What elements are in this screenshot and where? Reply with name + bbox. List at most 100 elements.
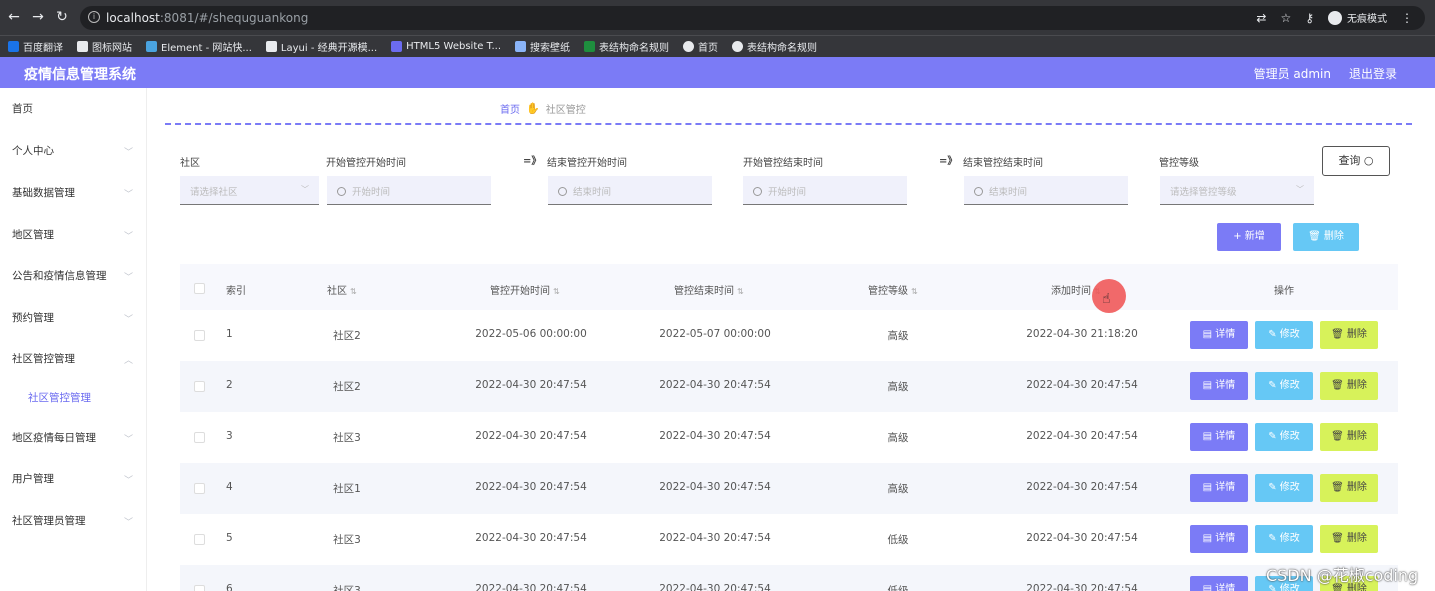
wallpaper-icon: [515, 41, 527, 52]
range-arrow: =》: [523, 156, 542, 167]
select-all-checkbox[interactable]: [194, 283, 205, 294]
chevron-down-icon: ﹀: [123, 315, 133, 325]
bookmark-star-icon[interactable]: ☆: [1280, 11, 1291, 25]
key-icon[interactable]: ⚷: [1305, 11, 1314, 25]
clock-icon: [753, 187, 762, 196]
bookmark-item[interactable]: HTML5 Website T...: [391, 41, 501, 52]
col-community[interactable]: 社区 ⇅: [327, 282, 357, 297]
chevron-down-icon: ﹀: [123, 232, 133, 242]
divider: [165, 123, 1412, 125]
bookmark-item[interactable]: 搜索壁纸: [515, 39, 570, 54]
sidebar-item-region[interactable]: 地区管理 ﹀: [0, 227, 147, 247]
bookmark-item[interactable]: 百度翻译: [8, 39, 63, 54]
add-button[interactable]: + 新增: [1217, 223, 1281, 251]
end-from-picker[interactable]: 开始时间: [743, 176, 907, 205]
clock-icon: [337, 187, 346, 196]
bookmark-item[interactable]: 首页: [683, 39, 718, 54]
flag-icon: [77, 41, 88, 52]
batch-delete-button[interactable]: 🗑 删除: [1293, 223, 1359, 251]
sidebar-item-profile[interactable]: 个人中心 ﹀: [0, 143, 147, 163]
delete-button[interactable]: 🗑 删除: [1320, 474, 1378, 502]
breadcrumb-home[interactable]: 首页: [500, 101, 520, 116]
back-icon[interactable]: ←: [6, 9, 22, 25]
bookmark-item[interactable]: Layui - 经典开源模...: [265, 39, 377, 54]
sidebar-item-booking[interactable]: 预约管理 ﹀: [0, 310, 147, 330]
delete-button[interactable]: 🗑 删除: [1320, 372, 1378, 400]
row-checkbox[interactable]: [194, 585, 205, 591]
layui-icon: [265, 41, 277, 52]
delete-button[interactable]: 🗑 删除: [1320, 525, 1378, 553]
bookmark-icon: [8, 41, 19, 52]
main-content: 首页 ✋ 社区管控 社区 请选择社区 ﹀ 开始管控开始时间 开始时间 =》 结束管…: [147, 88, 1435, 591]
address-bar[interactable]: i localhost:8081/#/shequguankong ⇄ ☆ ⚷ 无…: [80, 6, 1425, 30]
bookmarks-bar: 百度翻译 图标网站 Element - 网站快... Layui - 经典开源模…: [0, 35, 1435, 57]
site-info-icon[interactable]: i: [88, 11, 100, 23]
clock-icon: [974, 187, 983, 196]
detail-button[interactable]: ▤ 详情: [1190, 321, 1248, 349]
col-end[interactable]: 管控结束时间 ⇅: [674, 282, 744, 297]
reload-icon[interactable]: ↻: [54, 9, 70, 25]
incognito-profile[interactable]: 无痕模式: [1328, 10, 1387, 25]
delete-button[interactable]: 🗑 删除: [1320, 423, 1378, 451]
forward-icon[interactable]: →: [30, 9, 46, 25]
menu-icon[interactable]: ⋮: [1401, 11, 1413, 25]
sort-icon: ⇅: [553, 287, 560, 296]
logout-link[interactable]: 退出登录: [1349, 65, 1397, 82]
start-from-picker[interactable]: 开始时间: [327, 176, 491, 205]
edit-button[interactable]: ✎ 修改: [1255, 525, 1313, 553]
current-user: 管理员 admin: [1253, 67, 1331, 81]
breadcrumb-current: 社区管控: [545, 105, 586, 116]
bookmark-item[interactable]: 表结构命名规则: [732, 39, 817, 54]
table-row: 2 社区2 2022-04-30 20:47:54 2022-04-30 20:…: [180, 361, 1398, 412]
chevron-down-icon: ﹀: [123, 148, 133, 158]
row-checkbox[interactable]: [194, 330, 205, 341]
sidebar-item-community-control[interactable]: 社区管控管理 ︿: [0, 351, 147, 371]
sidebar-subitem-community-control[interactable]: 社区管控管理: [0, 390, 147, 410]
sidebar-item-daily-epidemic[interactable]: 地区疫情每日管理 ﹀: [0, 430, 147, 450]
row-checkbox[interactable]: [194, 381, 205, 392]
row-checkbox[interactable]: [194, 483, 205, 494]
community-filter-label: 社区: [180, 158, 200, 169]
start-to-picker[interactable]: 结束时间: [548, 176, 712, 205]
edit-button[interactable]: ✎ 修改: [1255, 423, 1313, 451]
globe-icon: [683, 41, 695, 52]
sidebar-item-home[interactable]: 首页: [0, 101, 147, 121]
breadcrumb: 首页 ✋ 社区管控: [500, 101, 586, 116]
watermark: CSDN @花椒coding: [1266, 566, 1419, 585]
edit-button[interactable]: ✎ 修改: [1255, 321, 1313, 349]
row-checkbox[interactable]: [194, 534, 205, 545]
edit-button[interactable]: ✎ 修改: [1255, 372, 1313, 400]
detail-button[interactable]: ▤ 详情: [1190, 474, 1248, 502]
sidebar-item-notices[interactable]: 公告和疫情信息管理 ﹀: [0, 268, 147, 288]
col-start[interactable]: 管控开始时间 ⇅: [490, 282, 560, 297]
col-level[interactable]: 管控等级 ⇅: [868, 282, 918, 297]
sort-icon: ⇅: [350, 287, 357, 296]
row-checkbox[interactable]: [194, 432, 205, 443]
query-button[interactable]: 查询 ○: [1322, 146, 1390, 176]
delete-button[interactable]: 🗑 删除: [1320, 321, 1378, 349]
start-to-label: 结束管控开始时间: [547, 158, 627, 169]
chevron-down-icon: ﹀: [123, 273, 133, 283]
url-text: localhost:8081/#/shequguankong: [106, 11, 309, 25]
detail-button[interactable]: ▤ 详情: [1190, 372, 1248, 400]
hand-icon: ✋: [526, 102, 540, 115]
sidebar-item-community-admins[interactable]: 社区管理员管理 ﹀: [0, 513, 147, 533]
chevron-down-icon: ﹀: [123, 190, 133, 200]
bookmark-item[interactable]: 图标网站: [77, 39, 132, 54]
end-to-picker[interactable]: 结束时间: [964, 176, 1128, 205]
html5-icon: [391, 41, 403, 52]
detail-button[interactable]: ▤ 详情: [1190, 423, 1248, 451]
edit-button[interactable]: ✎ 修改: [1255, 474, 1313, 502]
bookmark-item[interactable]: Element - 网站快...: [146, 39, 252, 54]
bookmark-item[interactable]: 表结构命名规则: [584, 39, 669, 54]
translate-icon[interactable]: ⇄: [1256, 11, 1266, 25]
level-filter-label: 管控等级: [1159, 158, 1199, 169]
community-select[interactable]: 请选择社区 ﹀: [180, 176, 319, 205]
hand-cursor-icon: ☝: [1102, 291, 1111, 307]
detail-button[interactable]: ▤ 详情: [1190, 576, 1248, 591]
sidebar-item-users[interactable]: 用户管理 ﹀: [0, 471, 147, 491]
detail-button[interactable]: ▤ 详情: [1190, 525, 1248, 553]
sidebar-item-basic-data[interactable]: 基础数据管理 ﹀: [0, 185, 147, 205]
app-header: 疫情信息管理系统 管理员 admin 退出登录: [0, 57, 1435, 88]
level-select[interactable]: 请选择管控等级 ﹀: [1160, 176, 1314, 205]
